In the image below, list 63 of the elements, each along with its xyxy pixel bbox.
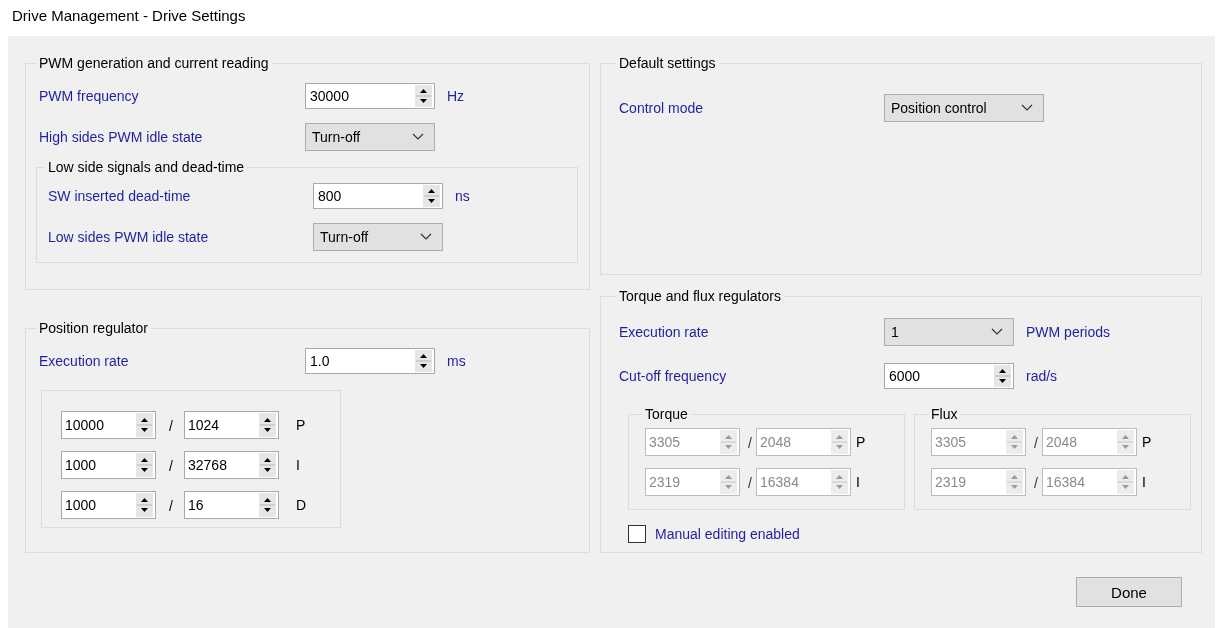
dropdown[interactable]: Turn-off <box>305 122 435 151</box>
up-down-arrows-icon[interactable] <box>415 84 432 107</box>
unit-label: PWM periods <box>1026 324 1111 340</box>
checkbox-label: Manual editing enabled <box>655 526 800 542</box>
field-label: Cut-off frequency <box>619 368 728 384</box>
number-field[interactable]: 16 <box>184 491 279 519</box>
group-title: Low side signals and dead-time <box>47 159 246 175</box>
number-field[interactable]: 1024 <box>184 411 279 439</box>
group-title: Flux <box>930 406 959 422</box>
field-label: Control mode <box>619 99 705 116</box>
up-down-arrows-icon[interactable] <box>136 493 153 517</box>
number-field[interactable]: 32768 <box>184 451 279 479</box>
up-down-arrows-icon[interactable] <box>259 493 276 517</box>
up-down-arrows-icon[interactable] <box>259 453 276 477</box>
chevron-down-icon <box>1021 103 1033 112</box>
unit-label: rad/s <box>1026 368 1058 384</box>
group-title: Position regulator <box>38 320 149 336</box>
chevron-down-icon <box>991 328 1003 336</box>
gain-term-label: D <box>296 497 307 513</box>
field-label: SW inserted dead-time <box>48 187 192 204</box>
up-down-arrows-icon[interactable] <box>259 413 276 437</box>
up-down-arrows-icon[interactable] <box>994 365 1011 387</box>
unit-label: ns <box>455 187 470 204</box>
gain-term-label: P <box>856 434 866 450</box>
up-down-arrows-icon[interactable] <box>136 453 153 477</box>
fraction-slash: / <box>748 435 752 451</box>
fraction-slash: / <box>169 498 173 514</box>
number-field[interactable]: 6000 <box>884 363 1014 389</box>
field-label: Execution rate <box>619 324 710 340</box>
group-title: Default settings <box>618 55 717 71</box>
window-title: Drive Management - Drive Settings <box>11 6 247 26</box>
group-title: PWM generation and current reading <box>38 55 270 71</box>
number-field[interactable]: 800 <box>313 182 443 209</box>
gain-term-label: I <box>296 457 300 473</box>
gain-term-label: I <box>856 474 860 490</box>
dropdown[interactable]: 1 <box>884 318 1014 346</box>
chevron-down-icon <box>420 232 432 241</box>
group-title: Torque <box>644 406 689 422</box>
field-label: PWM frequency <box>39 87 140 104</box>
field-label: Execution rate <box>39 352 130 369</box>
up-down-arrows-icon[interactable] <box>415 349 432 372</box>
unit-label: ms <box>447 352 466 369</box>
number-field[interactable]: 1.0 <box>305 347 435 374</box>
field-label: High sides PWM idle state <box>39 128 204 145</box>
unit-label: Hz <box>447 87 465 104</box>
field-label: Low sides PWM idle state <box>48 228 210 245</box>
fraction-slash: / <box>748 475 752 491</box>
gain-term-label: P <box>296 417 306 433</box>
gain-term-label: P <box>1142 434 1152 450</box>
dropdown[interactable]: Position control <box>884 93 1044 122</box>
done-button[interactable]: Done <box>1076 577 1182 607</box>
fraction-slash: / <box>1034 435 1038 451</box>
group-title: Torque and flux regulators <box>618 288 782 304</box>
up-down-arrows-icon[interactable] <box>423 184 440 207</box>
fraction-slash: / <box>169 418 173 434</box>
number-field[interactable]: 30000 <box>305 82 435 109</box>
dropdown[interactable]: Turn-off <box>313 222 443 251</box>
up-down-arrows-icon[interactable] <box>136 413 153 437</box>
fraction-slash: / <box>169 458 173 474</box>
fraction-slash: / <box>1034 475 1038 491</box>
checkbox[interactable] <box>628 525 646 543</box>
gain-term-label: I <box>1142 474 1146 490</box>
chevron-down-icon <box>412 132 424 141</box>
